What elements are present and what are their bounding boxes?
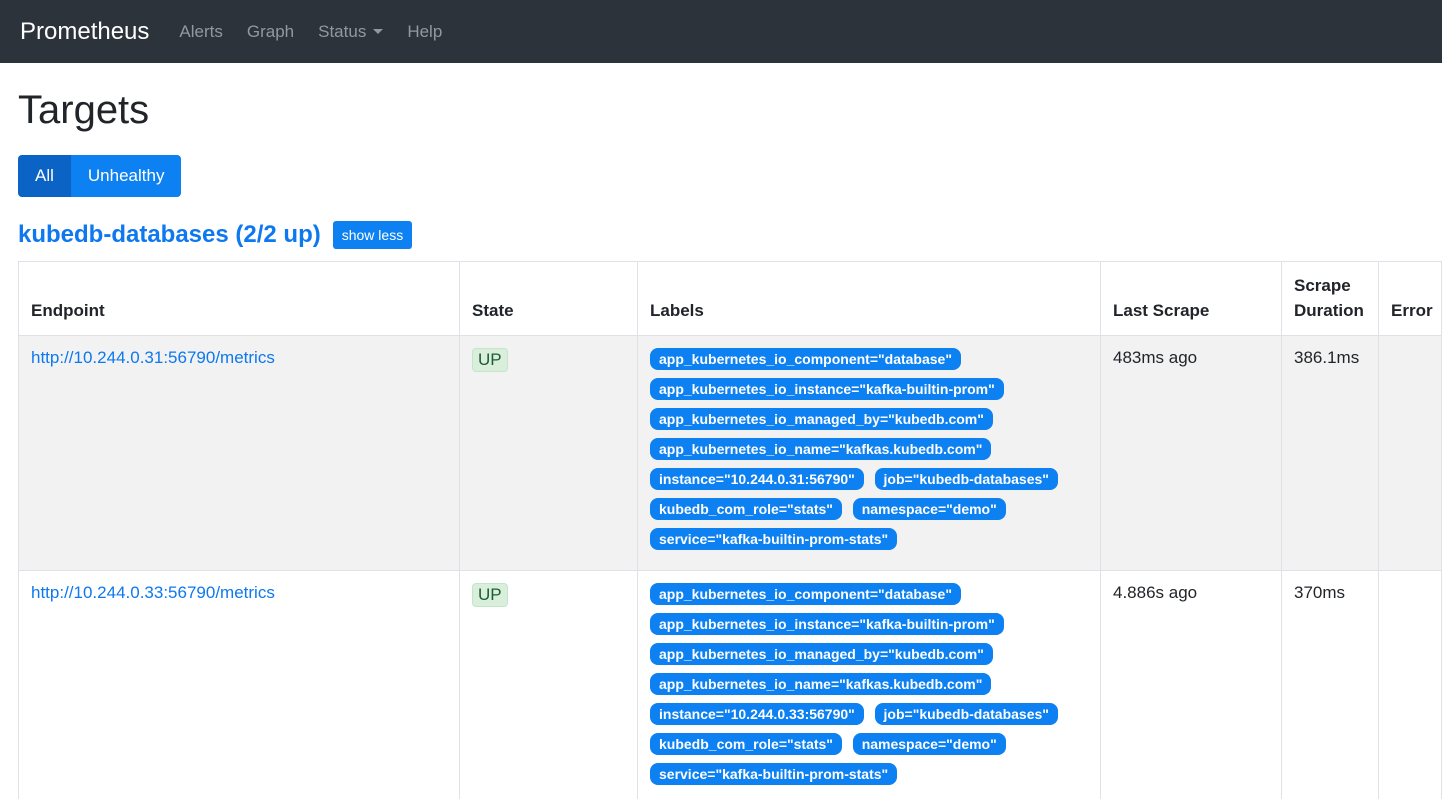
- target-label: app_kubernetes_io_component="database": [650, 348, 961, 370]
- navbar: Prometheus Alerts Graph Status Help: [0, 0, 1442, 63]
- filter-unhealthy-button[interactable]: Unhealthy: [71, 155, 182, 197]
- target-label: kubedb_com_role="stats": [650, 733, 842, 755]
- target-label: job="kubedb-databases": [875, 703, 1058, 725]
- nav-item-help[interactable]: Help: [395, 14, 454, 50]
- state-badge: UP: [472, 348, 508, 372]
- target-label: kubedb_com_role="stats": [650, 498, 842, 520]
- scrape-duration-cell: 386.1ms: [1282, 336, 1379, 571]
- main-content: Targets All Unhealthy kubedb-databases (…: [0, 88, 1442, 799]
- nav-item-status[interactable]: Status: [306, 14, 395, 50]
- target-label: namespace="demo": [853, 498, 1006, 520]
- column-header-state: State: [460, 262, 638, 336]
- target-label: namespace="demo": [853, 733, 1006, 755]
- job-title-link[interactable]: kubedb-databases (2/2 up): [18, 221, 321, 249]
- filter-all-button[interactable]: All: [18, 155, 71, 197]
- table-header-row: Endpoint State Labels Last Scrape Scrape…: [19, 262, 1442, 336]
- column-header-error: Error: [1379, 262, 1442, 336]
- brand-link[interactable]: Prometheus: [20, 18, 149, 46]
- endpoint-cell: http://10.244.0.31:56790/metrics: [19, 336, 460, 571]
- endpoint-link[interactable]: http://10.244.0.33:56790/metrics: [31, 583, 275, 602]
- targets-table: Endpoint State Labels Last Scrape Scrape…: [18, 261, 1442, 799]
- target-label: app_kubernetes_io_managed_by="kubedb.com…: [650, 643, 993, 665]
- last-scrape-cell: 483ms ago: [1101, 336, 1282, 571]
- nav-item-alerts[interactable]: Alerts: [167, 14, 234, 50]
- column-header-last-scrape: Last Scrape: [1101, 262, 1282, 336]
- job-header: kubedb-databases (2/2 up) show less: [18, 221, 1424, 249]
- target-label: service="kafka-builtin-prom-stats": [650, 528, 897, 550]
- target-label: app_kubernetes_io_name="kafkas.kubedb.co…: [650, 438, 991, 460]
- target-label: job="kubedb-databases": [875, 468, 1058, 490]
- nav-item-graph[interactable]: Graph: [235, 14, 306, 50]
- show-less-button[interactable]: show less: [333, 221, 412, 249]
- endpoint-link[interactable]: http://10.244.0.31:56790/metrics: [31, 348, 275, 367]
- column-header-labels: Labels: [638, 262, 1101, 336]
- target-label: app_kubernetes_io_managed_by="kubedb.com…: [650, 408, 993, 430]
- page-title: Targets: [18, 88, 1424, 133]
- state-cell: UP: [460, 336, 638, 571]
- chevron-down-icon: [373, 29, 383, 34]
- error-cell: [1379, 336, 1442, 571]
- scrape-duration-cell: 370ms: [1282, 571, 1379, 799]
- column-header-endpoint: Endpoint: [19, 262, 460, 336]
- table-row: http://10.244.0.31:56790/metrics UP app_…: [19, 336, 1442, 571]
- state-cell: UP: [460, 571, 638, 799]
- error-cell: [1379, 571, 1442, 799]
- target-label: app_kubernetes_io_instance="kafka-builti…: [650, 613, 1004, 635]
- last-scrape-cell: 4.886s ago: [1101, 571, 1282, 799]
- target-label: service="kafka-builtin-prom-stats": [650, 763, 897, 785]
- table-row: http://10.244.0.33:56790/metrics UP app_…: [19, 571, 1442, 799]
- target-label: app_kubernetes_io_component="database": [650, 583, 961, 605]
- column-header-scrape-duration: Scrape Duration: [1282, 262, 1379, 336]
- endpoint-cell: http://10.244.0.33:56790/metrics: [19, 571, 460, 799]
- target-label: app_kubernetes_io_instance="kafka-builti…: [650, 378, 1004, 400]
- target-label: instance="10.244.0.33:56790": [650, 703, 864, 725]
- health-filter-group: All Unhealthy: [18, 155, 181, 197]
- state-badge: UP: [472, 583, 508, 607]
- target-label: app_kubernetes_io_name="kafkas.kubedb.co…: [650, 673, 991, 695]
- target-label: instance="10.244.0.31:56790": [650, 468, 864, 490]
- nav-item-status-label: Status: [318, 22, 366, 42]
- labels-cell: app_kubernetes_io_component="database" a…: [638, 571, 1101, 799]
- labels-cell: app_kubernetes_io_component="database" a…: [638, 336, 1101, 571]
